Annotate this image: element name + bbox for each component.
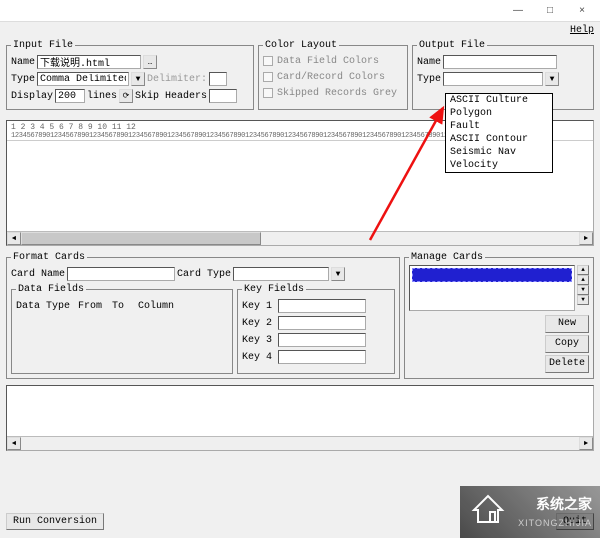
maximize-button[interactable]: □ bbox=[534, 1, 566, 21]
horizontal-scrollbar[interactable]: ◄ ► bbox=[7, 436, 593, 450]
scroll-left-icon[interactable]: ◄ bbox=[7, 437, 21, 450]
output-name-label: Name bbox=[417, 57, 441, 68]
copy-card-button[interactable]: Copy bbox=[545, 335, 589, 353]
window-titlebar: — □ × bbox=[0, 0, 600, 22]
delimiter-field bbox=[209, 72, 227, 86]
scroll-track[interactable] bbox=[21, 232, 579, 245]
menu-help[interactable]: Help bbox=[570, 25, 594, 36]
minimize-button[interactable]: — bbox=[502, 1, 534, 21]
scroll-right-icon[interactable]: ► bbox=[579, 437, 593, 450]
dropdown-option[interactable]: Velocity bbox=[446, 159, 552, 172]
output-type-label: Type bbox=[417, 74, 441, 85]
refresh-icon[interactable]: ⟳ bbox=[119, 89, 133, 103]
data-fields-group: Data Fields Data Type From To Column bbox=[11, 284, 233, 374]
checkbox-icon bbox=[263, 88, 273, 98]
data-fields-legend: Data Fields bbox=[16, 284, 86, 295]
scroll-track[interactable] bbox=[21, 437, 579, 450]
key3-label: Key 3 bbox=[242, 335, 276, 346]
display-lines-field[interactable] bbox=[55, 89, 85, 103]
dropdown-option[interactable]: Fault bbox=[446, 120, 552, 133]
card-name-field[interactable] bbox=[67, 267, 175, 281]
output-file-type-field[interactable] bbox=[443, 72, 543, 86]
key3-field[interactable] bbox=[278, 333, 366, 347]
key4-field[interactable] bbox=[278, 350, 366, 364]
skip-headers-label: Skip Headers bbox=[135, 91, 207, 102]
output-type-dropdown: ASCII Culture Polygon Fault ASCII Contou… bbox=[445, 93, 553, 173]
scroll-left-icon[interactable]: ◄ bbox=[7, 232, 21, 245]
watermark-text: 系统之家 bbox=[536, 494, 592, 514]
card-type-label: Card Type bbox=[177, 269, 231, 280]
dropdown-option[interactable]: ASCII Contour bbox=[446, 133, 552, 146]
skipped-records-grey-check[interactable]: Skipped Records Grey bbox=[263, 85, 403, 101]
scroll-right-icon[interactable]: ► bbox=[579, 232, 593, 245]
scroll-thumb[interactable] bbox=[21, 232, 261, 245]
input-file-name-field[interactable] bbox=[37, 55, 141, 69]
color-layout-legend: Color Layout bbox=[263, 40, 339, 51]
card-record-colors-check[interactable]: Card/Record Colors bbox=[263, 69, 403, 85]
move-up-icon[interactable]: ▲ bbox=[577, 265, 589, 275]
card-type-field[interactable] bbox=[233, 267, 329, 281]
col-from: From bbox=[78, 301, 110, 312]
browse-icon[interactable]: … bbox=[143, 55, 157, 69]
key2-label: Key 2 bbox=[242, 318, 276, 329]
dropdown-option[interactable]: Seismic Nav bbox=[446, 146, 552, 159]
display-label: Display bbox=[11, 91, 53, 102]
key1-field[interactable] bbox=[278, 299, 366, 313]
chevron-down-icon[interactable]: ▼ bbox=[331, 267, 345, 281]
delimiter-label: Delimiter: bbox=[147, 74, 207, 85]
type-label: Type bbox=[11, 74, 35, 85]
col-to: To bbox=[112, 301, 136, 312]
manage-cards-legend: Manage Cards bbox=[409, 252, 485, 263]
delete-card-button[interactable]: Delete bbox=[545, 355, 589, 373]
input-file-type-field[interactable] bbox=[37, 72, 129, 86]
reorder-buttons: ▲ ▲ ▼ ▼ bbox=[577, 265, 589, 311]
card-list-selected-item[interactable] bbox=[412, 268, 572, 282]
menubar: Help bbox=[0, 22, 600, 38]
checkbox-icon bbox=[263, 72, 273, 82]
output-file-legend: Output File bbox=[417, 40, 487, 51]
input-file-legend: Input File bbox=[11, 40, 75, 51]
dropdown-option[interactable]: Polygon bbox=[446, 107, 552, 120]
horizontal-scrollbar[interactable]: ◄ ► bbox=[7, 231, 593, 245]
data-field-colors-check[interactable]: Data Field Colors bbox=[263, 53, 403, 69]
new-card-button[interactable]: New bbox=[545, 315, 589, 333]
input-file-group: Input File Name … Type ▼ Delimiter: Disp… bbox=[6, 40, 254, 110]
log-panel: ◄ ► bbox=[6, 385, 594, 451]
card-name-label: Card Name bbox=[11, 269, 65, 280]
output-file-name-field[interactable] bbox=[443, 55, 557, 69]
display-unit: lines bbox=[87, 91, 117, 102]
key-fields-group: Key Fields Key 1 Key 2 Key 3 Key 4 bbox=[237, 284, 395, 374]
col-datatype: Data Type bbox=[16, 301, 76, 312]
skip-headers-field[interactable] bbox=[209, 89, 237, 103]
key1-label: Key 1 bbox=[242, 301, 276, 312]
run-conversion-button[interactable]: Run Conversion bbox=[6, 513, 104, 530]
quit-button[interactable]: Quit bbox=[556, 513, 594, 530]
col-column: Column bbox=[138, 301, 174, 312]
move-down-double-icon[interactable]: ▼ bbox=[577, 285, 589, 295]
close-button[interactable]: × bbox=[566, 1, 598, 21]
chevron-down-icon[interactable]: ▼ bbox=[131, 72, 145, 86]
move-up-double-icon[interactable]: ▲ bbox=[577, 275, 589, 285]
chevron-down-icon[interactable]: ▼ bbox=[545, 72, 559, 86]
format-cards-group: Format Cards Card Name Card Type ▼ Data … bbox=[6, 252, 400, 379]
manage-cards-group: Manage Cards ▲ ▲ ▼ ▼ New Copy Delete bbox=[404, 252, 594, 379]
key2-field[interactable] bbox=[278, 316, 366, 330]
key-fields-legend: Key Fields bbox=[242, 284, 306, 295]
name-label: Name bbox=[11, 57, 35, 68]
key4-label: Key 4 bbox=[242, 352, 276, 363]
move-down-icon[interactable]: ▼ bbox=[577, 295, 589, 305]
color-layout-group: Color Layout Data Field Colors Card/Reco… bbox=[258, 40, 408, 110]
dropdown-option[interactable]: ASCII Culture bbox=[446, 94, 552, 107]
format-cards-legend: Format Cards bbox=[11, 252, 87, 263]
checkbox-icon bbox=[263, 56, 273, 66]
